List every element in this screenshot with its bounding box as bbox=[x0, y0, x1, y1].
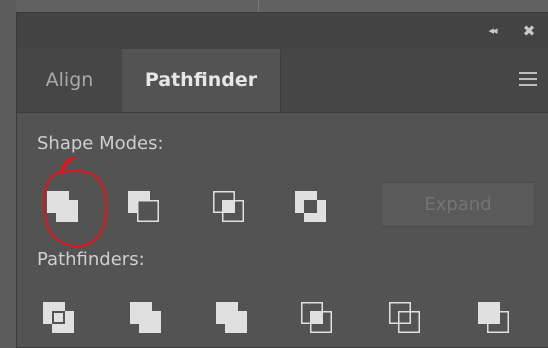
divide-button[interactable] bbox=[37, 296, 81, 340]
workspace-edge bbox=[0, 0, 16, 348]
minus-back-button[interactable] bbox=[472, 296, 516, 340]
crop-button[interactable] bbox=[295, 296, 339, 340]
minus-front-icon bbox=[128, 191, 159, 222]
merge-icon bbox=[216, 302, 247, 333]
exclude-icon bbox=[295, 191, 326, 222]
tab-pathfinder[interactable]: Pathfinder bbox=[122, 49, 281, 112]
exclude-button[interactable] bbox=[289, 185, 333, 229]
merge-button[interactable] bbox=[210, 296, 254, 340]
expand-button[interactable]: Expand bbox=[381, 182, 535, 227]
red-circle-annotation bbox=[42, 156, 107, 248]
close-panel-icon[interactable]: ✖ bbox=[521, 23, 537, 39]
tab-bar: Align Pathfinder bbox=[17, 49, 548, 113]
outline-button[interactable] bbox=[383, 296, 427, 340]
crop-icon bbox=[301, 302, 332, 333]
intersect-icon bbox=[213, 191, 244, 222]
minus-front-button[interactable] bbox=[122, 185, 166, 229]
collapse-panel-icon[interactable]: ◂◂ bbox=[484, 25, 500, 37]
outline-icon bbox=[389, 302, 420, 333]
trim-icon bbox=[130, 302, 161, 333]
panel-titlebar[interactable]: ◂◂ ✖ bbox=[17, 13, 548, 49]
pathfinder-panel: ◂◂ ✖ Align Pathfinder Shape Modes: Expan… bbox=[16, 12, 548, 348]
intersect-button[interactable] bbox=[207, 185, 251, 229]
panel-menu-icon[interactable] bbox=[519, 72, 537, 86]
divide-icon bbox=[43, 302, 74, 333]
tab-align[interactable]: Align bbox=[17, 49, 122, 112]
minus-back-icon bbox=[478, 302, 509, 333]
trim-button[interactable] bbox=[124, 296, 168, 340]
